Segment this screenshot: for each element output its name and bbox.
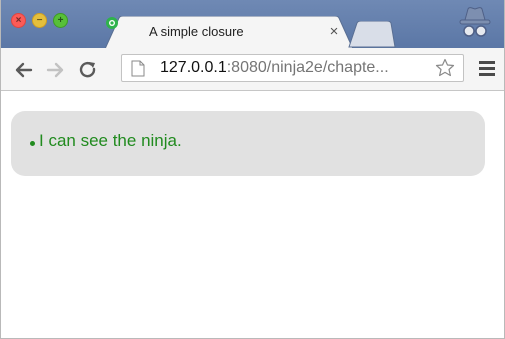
url-path: :8080/ninja2e/chapte... xyxy=(226,59,389,76)
new-tab-button[interactable] xyxy=(347,21,397,48)
tab-strip: × − + A simple closure × xyxy=(1,0,504,49)
forward-arrow-icon[interactable] xyxy=(45,60,65,80)
hamburger-menu-icon[interactable] xyxy=(479,61,495,76)
url-host: 127.0.0.1 xyxy=(160,59,227,76)
tab-title: A simple closure xyxy=(149,24,244,39)
browser-toolbar: 127.0.0.1:8080/ninja2e/chapte... xyxy=(1,48,504,91)
bullet-icon xyxy=(30,141,35,146)
results-panel: I can see the ninja. xyxy=(11,111,485,176)
minimize-window-button[interactable]: − xyxy=(32,13,47,28)
result-text: I can see the ninja. xyxy=(39,131,182,150)
browser-window: × − + A simple closure × 127.0.0.1:8080/… xyxy=(0,0,505,339)
address-bar[interactable]: 127.0.0.1:8080/ninja2e/chapte... xyxy=(121,54,464,82)
active-tab[interactable]: A simple closure × xyxy=(105,16,353,49)
tab-close-icon[interactable]: × xyxy=(327,23,341,40)
maximize-window-button[interactable]: + xyxy=(53,13,68,28)
page-content: I can see the ninja. xyxy=(1,91,504,338)
reload-icon[interactable] xyxy=(78,60,98,80)
back-arrow-icon[interactable] xyxy=(14,60,34,80)
page-icon xyxy=(131,60,145,77)
url-text[interactable]: 127.0.0.1:8080/ninja2e/chapte... xyxy=(160,59,389,77)
close-window-button[interactable]: × xyxy=(11,13,26,28)
star-icon[interactable] xyxy=(435,58,455,78)
incognito-icon xyxy=(459,7,491,37)
green-circle-icon xyxy=(106,17,118,29)
